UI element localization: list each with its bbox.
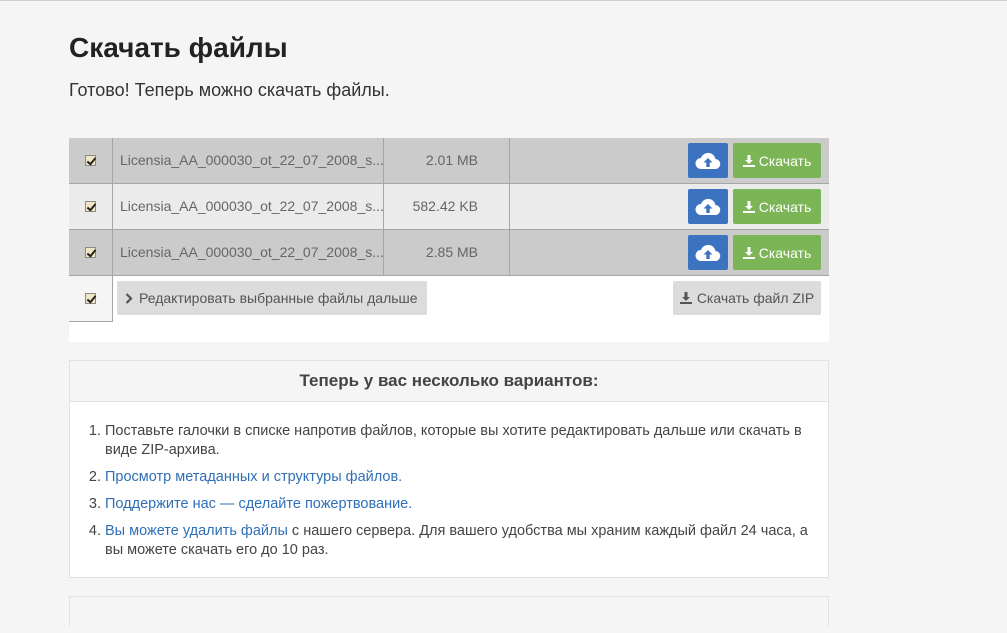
file-size: 582.42 KB bbox=[384, 184, 510, 229]
edit-selected-label: Редактировать выбранные файлы дальше bbox=[139, 290, 418, 306]
download-icon bbox=[742, 246, 755, 259]
file-checkbox-cell[interactable] bbox=[69, 138, 113, 183]
file-actions: Скачать bbox=[510, 138, 829, 183]
edit-selected-button[interactable]: Редактировать выбранные файлы дальше bbox=[117, 281, 427, 315]
list-item: Вы можете удалить файлы с нашего сервера… bbox=[105, 522, 808, 560]
download-label: Скачать bbox=[758, 244, 812, 261]
file-size: 2.01 MB bbox=[384, 138, 510, 183]
top-divider bbox=[0, 0, 1007, 1]
select-all-checkbox-cell[interactable] bbox=[69, 276, 113, 322]
next-panel-header bbox=[70, 597, 828, 633]
download-icon bbox=[742, 154, 755, 167]
options-panel: Теперь у вас несколько вариантов: Постав… bbox=[69, 360, 829, 578]
file-checkbox[interactable] bbox=[85, 155, 96, 166]
download-button[interactable]: Скачать bbox=[733, 235, 821, 270]
download-zip-label: Скачать файл ZIP bbox=[696, 290, 815, 306]
file-actions: Скачать bbox=[510, 230, 829, 275]
download-icon bbox=[742, 200, 755, 213]
file-name: Licensia_AA_000030_ot_22_07_2008_s... bbox=[113, 184, 384, 229]
select-all-checkbox[interactable] bbox=[85, 293, 96, 304]
list-item: Поддержите нас — сделайте пожертвование. bbox=[105, 495, 808, 514]
file-actions: Скачать bbox=[510, 184, 829, 229]
donate-link[interactable]: Поддержите нас — сделайте пожертвование. bbox=[105, 496, 412, 512]
bulk-actions-row: Редактировать выбранные файлы дальше Ска… bbox=[69, 276, 829, 342]
cloud-upload-button[interactable] bbox=[688, 189, 728, 224]
cloud-upload-button[interactable] bbox=[688, 235, 728, 270]
file-row: Licensia_AA_000030_ot_22_07_2008_s... 58… bbox=[69, 184, 829, 230]
list-item: Просмотр метаданных и структуры файлов. bbox=[105, 468, 808, 487]
cloud-upload-button[interactable] bbox=[688, 143, 728, 178]
file-size: 2.85 MB bbox=[384, 230, 510, 275]
delete-files-link[interactable]: Вы можете удалить файлы bbox=[105, 523, 288, 539]
cloud-upload-icon bbox=[695, 198, 721, 215]
next-panel bbox=[69, 596, 829, 633]
file-name: Licensia_AA_000030_ot_22_07_2008_s... bbox=[113, 138, 384, 183]
download-button[interactable]: Скачать bbox=[733, 143, 821, 178]
file-checkbox[interactable] bbox=[85, 247, 96, 258]
file-checkbox-cell[interactable] bbox=[69, 184, 113, 229]
download-label: Скачать bbox=[758, 198, 812, 215]
cloud-upload-icon bbox=[695, 152, 721, 169]
file-checkbox[interactable] bbox=[85, 201, 96, 212]
list-item: Поставьте галочки в списке напротив файл… bbox=[105, 422, 808, 460]
status-message: Готово! Теперь можно скачать файлы. bbox=[69, 80, 390, 100]
cloud-upload-icon bbox=[695, 244, 721, 261]
download-button[interactable]: Скачать bbox=[733, 189, 821, 224]
file-row: Licensia_AA_000030_ot_22_07_2008_s... 2.… bbox=[69, 230, 829, 276]
chevron-right-icon bbox=[125, 292, 133, 304]
file-table: Licensia_AA_000030_ot_22_07_2008_s... 2.… bbox=[69, 138, 829, 342]
options-list: Поставьте галочки в списке напротив файл… bbox=[70, 402, 828, 560]
download-icon bbox=[679, 292, 692, 304]
download-label: Скачать bbox=[758, 152, 812, 169]
metadata-link[interactable]: Просмотр метаданных и структуры файлов. bbox=[105, 469, 402, 485]
file-checkbox-cell[interactable] bbox=[69, 230, 113, 275]
download-zip-button[interactable]: Скачать файл ZIP bbox=[673, 281, 821, 315]
page-title: Скачать файлы bbox=[69, 32, 288, 63]
file-name: Licensia_AA_000030_ot_22_07_2008_s... bbox=[113, 230, 384, 275]
options-heading: Теперь у вас несколько вариантов: bbox=[70, 361, 828, 402]
file-row: Licensia_AA_000030_ot_22_07_2008_s... 2.… bbox=[69, 138, 829, 184]
